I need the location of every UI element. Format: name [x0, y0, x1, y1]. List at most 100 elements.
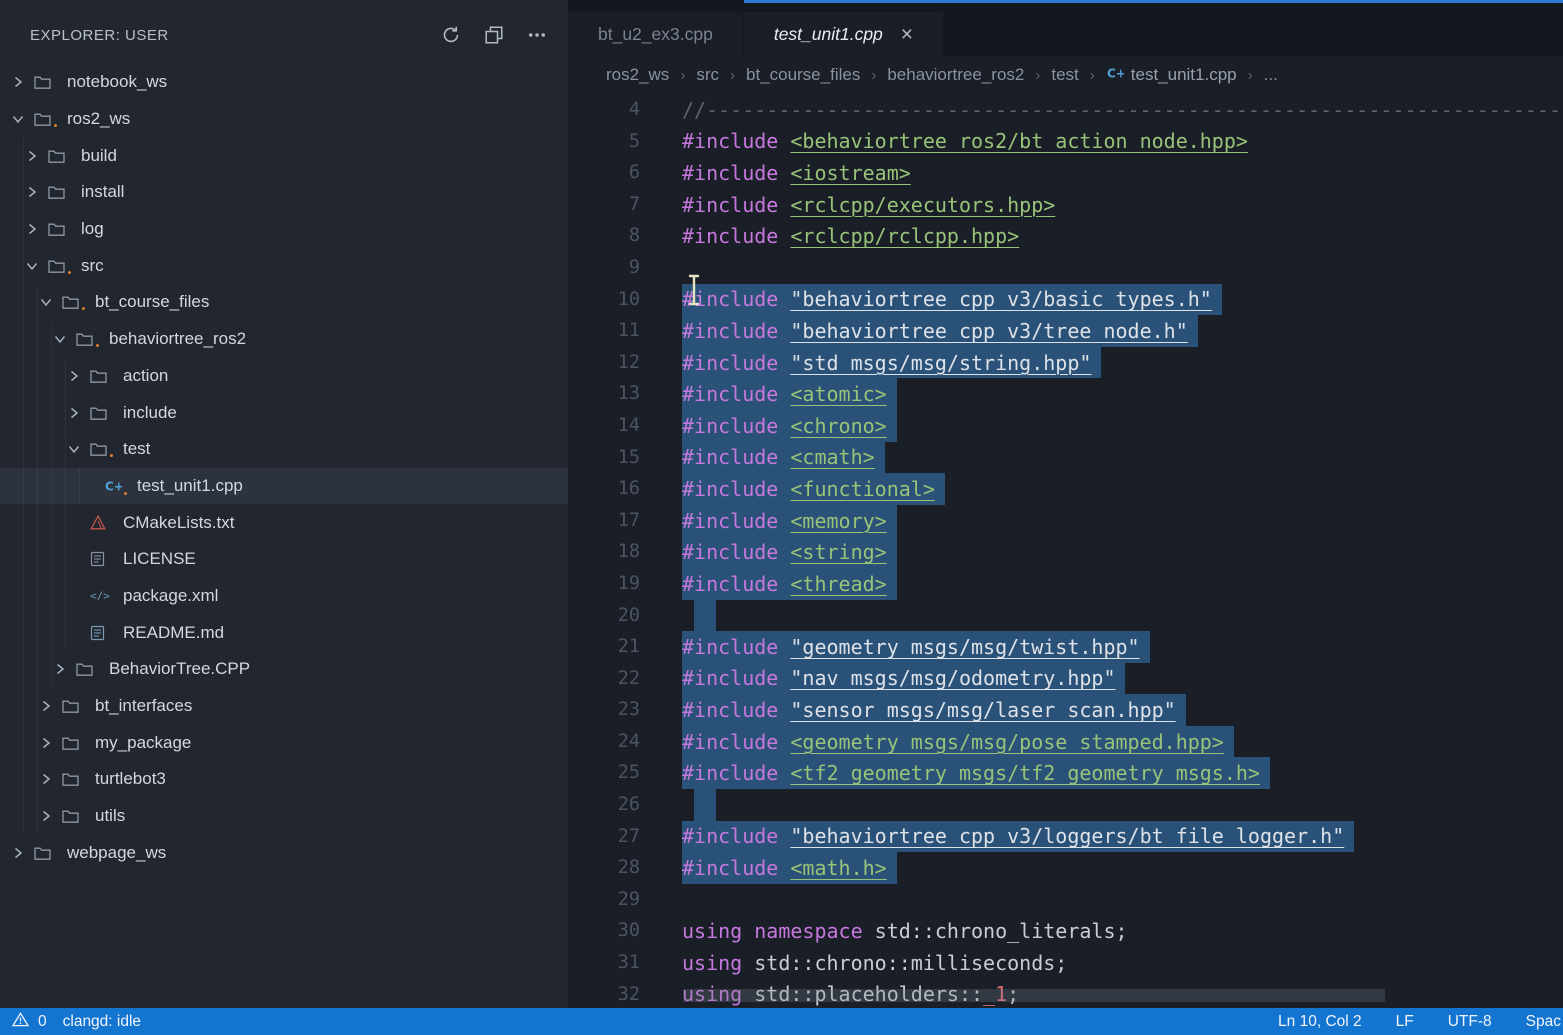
code-line-9[interactable]: 9 — [568, 252, 1563, 284]
tree-item-CMakeLists.txt[interactable]: CMakeLists.txt — [0, 504, 568, 541]
chevron-right-icon[interactable] — [26, 186, 48, 198]
code-line-text — [682, 600, 716, 632]
code-editor[interactable]: 4//-------------------------------------… — [568, 94, 1563, 1008]
code-line-24[interactable]: 24#include <geometry_msgs/msg/pose_stamp… — [568, 726, 1563, 758]
code-line-13[interactable]: 13#include <atomic> — [568, 378, 1563, 410]
chevron-right-icon[interactable] — [12, 847, 34, 859]
cursor-position[interactable]: Ln 10, Col 2 — [1278, 1013, 1362, 1031]
code-line-28[interactable]: 28#include <math.h> — [568, 852, 1563, 884]
tree-item-BehaviorTree.CPP[interactable]: BehaviorTree.CPP — [0, 651, 568, 688]
code-line-11[interactable]: 11#include "behaviortree_cpp_v3/tree_nod… — [568, 315, 1563, 347]
code-line-14[interactable]: 14#include <chrono> — [568, 410, 1563, 442]
code-line-4[interactable]: 4//-------------------------------------… — [568, 94, 1563, 126]
code-line-22[interactable]: 22#include "nav_msgs/msg/odometry.hpp" — [568, 663, 1563, 695]
chevron-down-icon[interactable] — [68, 443, 90, 455]
code-line-17[interactable]: 17#include <memory> — [568, 505, 1563, 537]
tree-item-install[interactable]: install — [0, 174, 568, 211]
chevron-right-icon[interactable] — [26, 223, 48, 235]
code-line-20[interactable]: 20 — [568, 600, 1563, 632]
refresh-icon[interactable] — [440, 24, 462, 46]
code-line-23[interactable]: 23#include "sensor_msgs/msg/laser_scan.h… — [568, 694, 1563, 726]
chevron-right-icon[interactable] — [54, 663, 76, 675]
chevron-right-icon[interactable] — [68, 370, 90, 382]
tree-item-my_package[interactable]: my_package — [0, 724, 568, 761]
tree-item-label: install — [81, 182, 124, 202]
breadcrumb-item[interactable]: behaviortree_ros2 — [887, 65, 1024, 85]
problems-indicator[interactable]: 0 — [12, 1012, 47, 1032]
line-number: 32 — [568, 979, 640, 1008]
code-line-7[interactable]: 7#include <rclcpp/executors.hpp> — [568, 189, 1563, 221]
chevron-down-icon[interactable] — [54, 333, 76, 345]
tree-item-action[interactable]: action — [0, 358, 568, 395]
tree-item-behaviortree_ros2[interactable]: behaviortree_ros2 — [0, 321, 568, 358]
tree-item-webpage_ws[interactable]: webpage_ws — [0, 834, 568, 871]
tree-item-utils[interactable]: utils — [0, 798, 568, 835]
tree-item-turtlebot3[interactable]: turtlebot3 — [0, 761, 568, 798]
git-modified-dot — [94, 342, 101, 349]
tree-item-include[interactable]: include — [0, 394, 568, 431]
chevron-down-icon[interactable] — [26, 260, 48, 272]
breadcrumb-item[interactable]: bt_course_files — [746, 65, 860, 85]
indentation[interactable]: Spac — [1526, 1013, 1561, 1031]
tree-item-notebook_ws[interactable]: notebook_ws — [0, 64, 568, 101]
code-line-5[interactable]: 5#include <behaviortree_ros2/bt_action_n… — [568, 126, 1563, 158]
tab-test_unit1.cpp[interactable]: test_unit1.cpp× — [744, 12, 943, 56]
chevron-right-icon[interactable] — [40, 737, 62, 749]
tab-bt_u2_ex3.cpp[interactable]: bt_u2_ex3.cpp — [568, 12, 743, 56]
code-line-19[interactable]: 19#include <thread> — [568, 568, 1563, 600]
tree-item-README.md[interactable]: README.md — [0, 614, 568, 651]
code-line-27[interactable]: 27#include "behaviortree_cpp_v3/loggers/… — [568, 821, 1563, 853]
tree-item-build[interactable]: build — [0, 137, 568, 174]
eol-sequence[interactable]: LF — [1396, 1013, 1414, 1031]
line-number: 21 — [568, 631, 640, 663]
chevron-right-icon[interactable] — [40, 773, 62, 785]
chevron-right-icon[interactable] — [40, 700, 62, 712]
tree-item-src[interactable]: src — [0, 247, 568, 284]
more-actions-icon[interactable] — [526, 24, 548, 46]
code-line-12[interactable]: 12 #include "std_msgs/msg/string.hpp" — [568, 347, 1563, 379]
code-line-25[interactable]: 25#include <tf2_geometry_msgs/tf2_geomet… — [568, 757, 1563, 789]
breadcrumb-item[interactable]: test — [1051, 65, 1078, 85]
breadcrumb-item[interactable]: src — [696, 65, 719, 85]
tree-item-test_unit1.cpp[interactable]: C+test_unit1.cpp — [0, 468, 568, 505]
chevron-down-icon[interactable] — [12, 113, 34, 125]
code-line-18[interactable]: 18#include <string> — [568, 536, 1563, 568]
tree-item-label: ros2_ws — [67, 109, 130, 129]
code-line-29[interactable]: 29 — [568, 884, 1563, 916]
tree-item-log[interactable]: log — [0, 211, 568, 248]
tree-item-test[interactable]: test — [0, 431, 568, 468]
breadcrumb-file[interactable]: C+test_unit1.cpp — [1106, 65, 1237, 86]
breadcrumb-more[interactable]: ... — [1264, 65, 1278, 85]
folder-icon — [48, 149, 74, 163]
chevron-right-icon[interactable] — [68, 407, 90, 419]
code-line-16[interactable]: 16#include <functional> — [568, 473, 1563, 505]
chevron-right-icon[interactable] — [26, 150, 48, 162]
encoding[interactable]: UTF-8 — [1448, 1013, 1492, 1031]
code-line-21[interactable]: 21#include "geometry_msgs/msg/twist.hpp" — [568, 631, 1563, 663]
code-line-8[interactable]: 8#include <rclcpp/rclcpp.hpp> — [568, 220, 1563, 252]
collapse-folders-icon[interactable] — [483, 24, 505, 46]
breadcrumb-item[interactable]: ros2_ws — [606, 65, 669, 85]
code-line-15[interactable]: 15#include <cmath> — [568, 442, 1563, 474]
code-line-10[interactable]: 10#include "behaviortree_cpp_v3/basic_ty… — [568, 284, 1563, 316]
tree-item-LICENSE[interactable]: LICENSE — [0, 541, 568, 578]
code-line-6[interactable]: 6#include <iostream> — [568, 157, 1563, 189]
code-line-26[interactable]: 26 — [568, 789, 1563, 821]
chevron-down-icon[interactable] — [40, 296, 62, 308]
line-number: 12 — [568, 347, 640, 379]
chevron-right-icon[interactable] — [12, 76, 34, 88]
indent-guide — [51, 651, 52, 688]
code-line-31[interactable]: 31using std::chrono::milliseconds; — [568, 947, 1563, 979]
horizontal-scrollbar[interactable] — [683, 989, 1385, 1002]
chevron-right-icon[interactable] — [40, 810, 62, 822]
code-line-text: #include "std_msgs/msg/string.hpp" — [682, 347, 1101, 379]
code-line-text: #include <thread> — [682, 568, 897, 600]
tree-item-bt_interfaces[interactable]: bt_interfaces — [0, 688, 568, 725]
tree-item-bt_course_files[interactable]: bt_course_files — [0, 284, 568, 321]
language-server-status[interactable]: clangd: idle — [63, 1013, 141, 1031]
code-line-30[interactable]: 30using namespace std::chrono_literals; — [568, 915, 1563, 947]
close-icon[interactable]: × — [901, 24, 913, 45]
tree-item-label: README.md — [123, 623, 224, 643]
tree-item-ros2_ws[interactable]: ros2_ws — [0, 101, 568, 138]
tree-item-package.xml[interactable]: </>package.xml — [0, 578, 568, 615]
